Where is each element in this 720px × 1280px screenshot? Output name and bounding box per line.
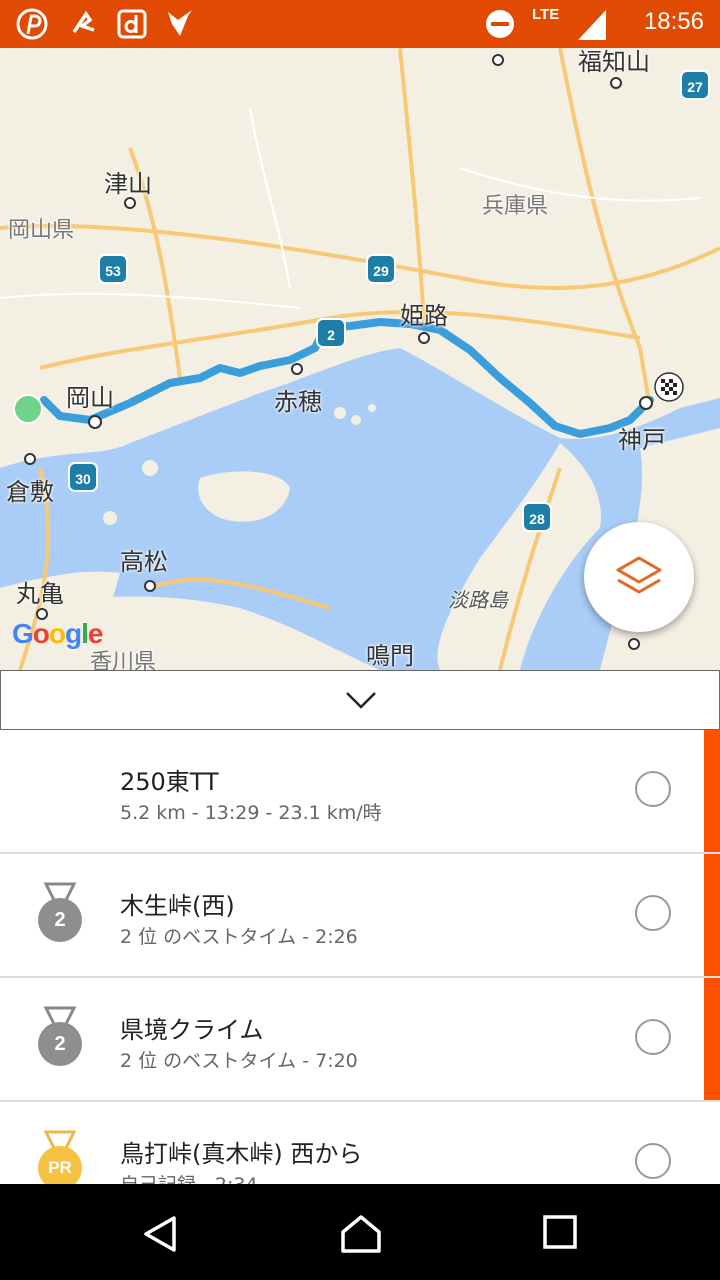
segment-title: 鳥打峠(真木峠) 西から [120,1140,363,1168]
route-shield: 27 [680,70,710,100]
signal-icon [578,10,606,40]
segment-row[interactable]: 2 木生峠(西) 2 位 のベストタイム - 2:26 [0,854,720,978]
place-label: 神戸 [618,426,666,454]
navigation-bar [0,1184,720,1280]
checkered-flag-icon [654,372,684,402]
chevron-down-icon [346,692,376,709]
segment-title: 木生峠(西) [120,892,235,920]
route-shield: 30 [68,462,98,492]
route-shield: 53 [98,254,128,284]
place-label: 津山 [104,170,152,198]
route-shield: 28 [522,502,552,532]
silver-medal-icon: 2 [36,882,84,942]
layers-icon [616,556,662,594]
segment-stats: 2 位 のベストタイム - 2:26 [120,926,358,948]
place-label: 福知山 [578,48,650,76]
segment-title: 250東TT [120,768,219,796]
place-label: 高松 [120,548,168,576]
medal-rank: PR [38,1146,82,1184]
recents-icon[interactable] [542,1214,578,1250]
place-label: 倉敷 [6,478,54,506]
accent-stripe [704,854,720,976]
segment-row[interactable]: PR 鳥打峠(真木峠) 西から 自己記録 - 2:34 [0,1102,720,1184]
segment-stats: 自己記録 - 2:34 [120,1170,258,1184]
network-type: LTE [532,6,560,23]
medal-rank: 2 [38,1022,82,1066]
segment-select-radio[interactable] [635,1019,671,1055]
medal-rank: 2 [38,898,82,942]
clock: 18:56 [643,8,704,35]
d-icon [117,9,147,39]
place-label: 姫路 [400,302,448,330]
pr-medal-icon: PR [36,1130,84,1184]
segment-stats: 5.2 km - 13:29 - 23.1 km/時 [120,802,382,824]
segment-row[interactable]: 250東TT 5.2 km - 13:29 - 23.1 km/時 [0,730,720,854]
route-shield: 2 [316,318,346,348]
segment-select-radio[interactable] [635,1143,671,1179]
segment-select-radio[interactable] [635,771,671,807]
route-shield: 29 [366,254,396,284]
accent-stripe [704,978,720,1100]
segment-stats: 2 位 のベストタイム - 7:20 [120,1050,358,1072]
place-label: 鳴門 [366,642,414,670]
map-view[interactable]: 福知山 津山 兵庫県 岡山県 姫路 岡山 赤穂 神戸 倉敷 高松 淡路島 丸亀 … [0,48,720,670]
home-icon[interactable] [340,1214,382,1254]
do-not-disturb-icon [486,10,514,38]
segment-select-radio[interactable] [635,895,671,931]
google-logo: Google [12,618,103,649]
segment-row[interactable]: 2 県境クライム 2 位 のベストタイム - 7:20 [0,978,720,1102]
place-label: 赤穂 [274,388,322,416]
back-icon[interactable] [140,1214,180,1254]
start-marker [13,394,43,424]
status-bar: LTE 18:56 [0,0,720,48]
place-label: 岡山 [66,384,114,412]
place-label: 兵庫県 [482,194,549,219]
check-app-icon [168,10,192,36]
map-layers-button[interactable] [584,522,694,632]
collapse-map-toggle[interactable] [0,670,720,730]
place-label: 淡路島 [448,588,508,612]
jump-icon [72,10,95,33]
pinterest-icon [16,8,48,40]
segment-list[interactable]: 250東TT 5.2 km - 13:29 - 23.1 km/時 2 木生峠(… [0,730,720,1184]
place-label: 岡山県 [8,218,75,243]
segment-title: 県境クライム [120,1016,264,1044]
place-label: 丸亀 [16,580,64,608]
silver-medal-icon: 2 [36,1006,84,1066]
accent-stripe [704,730,720,852]
